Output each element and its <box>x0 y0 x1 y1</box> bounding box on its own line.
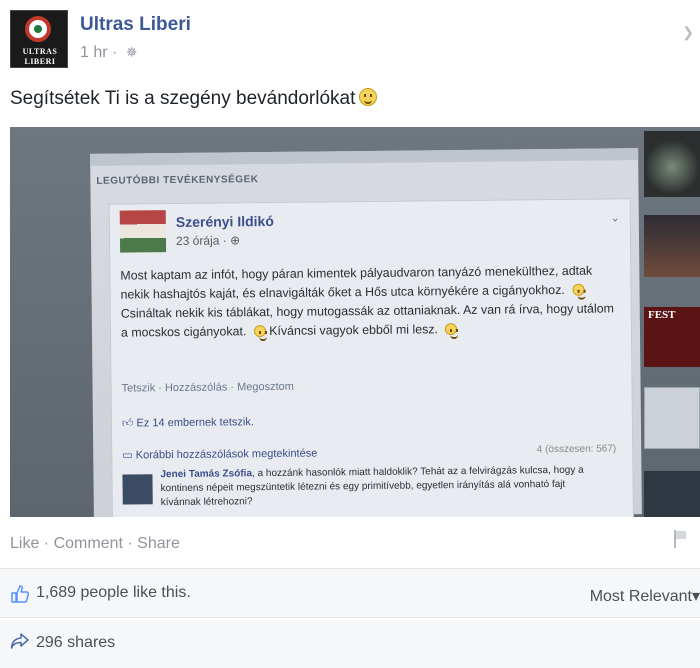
inner-more-comments: ▭ Korábbi hozzászólások megtekintése 4 (… <box>122 443 616 461</box>
inner-author-name: Szerényi Ildikó <box>175 212 274 230</box>
smile-emoji-icon <box>359 88 378 106</box>
meta-separator: · <box>107 44 122 61</box>
post-text-content: Segítsétek Ti is a szegény bevándorlókat <box>10 88 356 109</box>
page-name-link[interactable]: Ultras Liberi <box>80 14 191 36</box>
logo-ring-icon <box>25 16 51 42</box>
relevance-label: Most Relevant <box>589 588 692 605</box>
side-thumbnail-4 <box>644 387 700 449</box>
dropdown-caret-icon: ▾ <box>691 588 700 605</box>
inner-post-time: 23 órája · ⊕ <box>175 233 241 248</box>
inner-smile-icon-3 <box>445 323 458 336</box>
inner-smile-icon-2 <box>253 325 266 338</box>
inner-likes-text: Ez 14 embernek tetszik. <box>136 416 254 430</box>
inner-body-3: Kíváncsi vagyok ebből mi lesz. <box>269 322 439 339</box>
post-meta: 1 hr · ✵ <box>80 44 138 62</box>
inner-comment: Jenei Tamás Zsófia, a hozzánk hasonlók m… <box>160 464 600 511</box>
inner-chevron-icon: ⌄ <box>610 212 620 225</box>
inner-smile-icon <box>572 283 585 296</box>
post-photo[interactable]: LEGUTÓBBI TEVÉKENYSÉGEK Szerényi Ildikó … <box>10 127 700 517</box>
action-sep-2: · <box>122 535 138 552</box>
section-title: LEGUTÓBBI TEVÉKENYSÉGEK <box>96 174 259 187</box>
relevance-dropdown[interactable]: Most Relevant▾ <box>590 586 700 606</box>
globe-icon: ✵ <box>125 44 138 60</box>
inner-comment-icon: ▭ <box>122 449 133 462</box>
inner-actions: Tetszik · Hozzászólás · Megosztom <box>121 380 295 395</box>
side-thumbnail-5 <box>644 471 700 517</box>
post-time[interactable]: 1 hr <box>80 44 108 61</box>
inner-body-1: Most kaptam az infót, hogy páran kimente… <box>120 263 593 302</box>
flag-icon[interactable] <box>672 530 688 548</box>
likes-count[interactable]: 1,689 people like this. <box>36 584 191 602</box>
inner-avatar-flag <box>119 210 167 253</box>
inner-comment-avatar <box>122 474 153 505</box>
avatar-text-2: LIBERI <box>24 57 56 66</box>
comment-link[interactable]: Comment <box>54 535 123 552</box>
like-link[interactable]: Like <box>10 535 39 552</box>
action-sep-1: · <box>39 535 54 552</box>
screen-topbar <box>90 148 639 166</box>
share-link[interactable]: Share <box>137 535 180 552</box>
chevron-down-icon[interactable]: ❯ <box>682 24 694 41</box>
inner-comment-count: 4 (összesen: 567) <box>536 443 617 456</box>
page-avatar[interactable]: ULTRAS LIBERI <box>10 10 68 68</box>
share-arrow-icon <box>10 633 29 649</box>
inner-post-card: Szerényi Ildikó 23 órája · ⊕ ⌄ Most kapt… <box>108 198 634 517</box>
side-thumbnail-3: FEST <box>644 307 700 367</box>
inner-globe-icon: ⊕ <box>229 233 241 248</box>
side-thumbnail-2 <box>644 215 700 277</box>
likes-bar: 1,689 people like this. Most Relevant▾ <box>0 568 700 618</box>
screenshot-screen: LEGUTÓBBI TEVÉKENYSÉGEK Szerényi Ildikó … <box>90 148 642 517</box>
thumbs-up-icon <box>11 585 30 603</box>
inner-thumb-icon: 👍︎ <box>121 417 134 430</box>
inner-post-body: Most kaptam az infót, hogy páran kimente… <box>120 261 621 342</box>
side-fest-label: FEST <box>648 309 676 321</box>
avatar-text-1: ULTRAS <box>22 47 58 56</box>
post-actions: Like · Comment · Share <box>10 535 180 553</box>
post-text: Segítsétek Ti is a szegény bevándorlókat <box>10 88 378 110</box>
post-header: ULTRAS LIBERI Ultras Liberi 1 hr · ✵ ❯ <box>10 10 700 70</box>
shares-count[interactable]: 296 shares <box>36 634 115 652</box>
shares-bar: 296 shares <box>0 620 700 668</box>
inner-likes: 👍︎ Ez 14 embernek tetszik. <box>122 415 254 429</box>
inner-more-text: Korábbi hozzászólások megtekintése <box>135 447 318 462</box>
inner-comment-author: Jenei Tamás Zsófia <box>160 468 253 481</box>
side-thumbnail-1 <box>644 131 700 197</box>
inner-time-text: 23 órája <box>175 233 220 248</box>
